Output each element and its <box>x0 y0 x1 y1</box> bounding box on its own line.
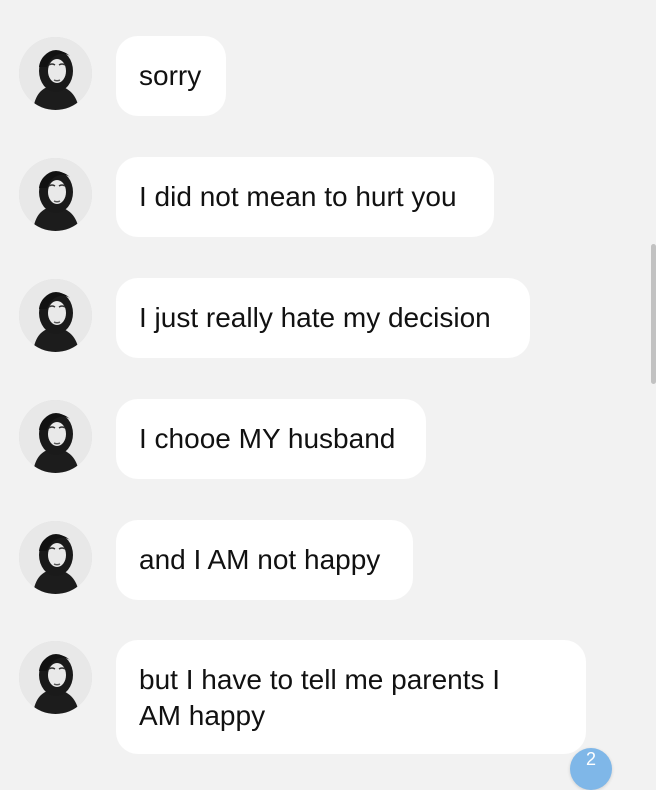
avatar-portrait-icon[interactable] <box>19 279 92 352</box>
message-bubble[interactable]: but I have to tell me parents I AM happy <box>116 640 586 754</box>
avatar-portrait-icon[interactable] <box>19 158 92 231</box>
scrollbar[interactable] <box>651 244 656 384</box>
message-bubble[interactable]: I did not mean to hurt you <box>116 157 494 237</box>
avatar-portrait-icon[interactable] <box>19 37 92 110</box>
message-bubble[interactable]: I chooe MY husband <box>116 399 426 479</box>
chat-message-list[interactable]: sorry I did not mean to hurt you I just … <box>0 0 656 767</box>
avatar-portrait-icon[interactable] <box>19 641 92 714</box>
avatar-portrait-icon[interactable] <box>19 521 92 594</box>
message-bubble[interactable]: and I AM not happy <box>116 520 413 600</box>
avatar-portrait-icon[interactable] <box>19 400 92 473</box>
scroll-down-badge-icon[interactable]: 2 <box>570 748 612 790</box>
unread-count: 2 <box>585 749 596 769</box>
message-bubble[interactable]: sorry <box>116 36 226 116</box>
message-bubble[interactable]: I just really hate my decision <box>116 278 530 358</box>
